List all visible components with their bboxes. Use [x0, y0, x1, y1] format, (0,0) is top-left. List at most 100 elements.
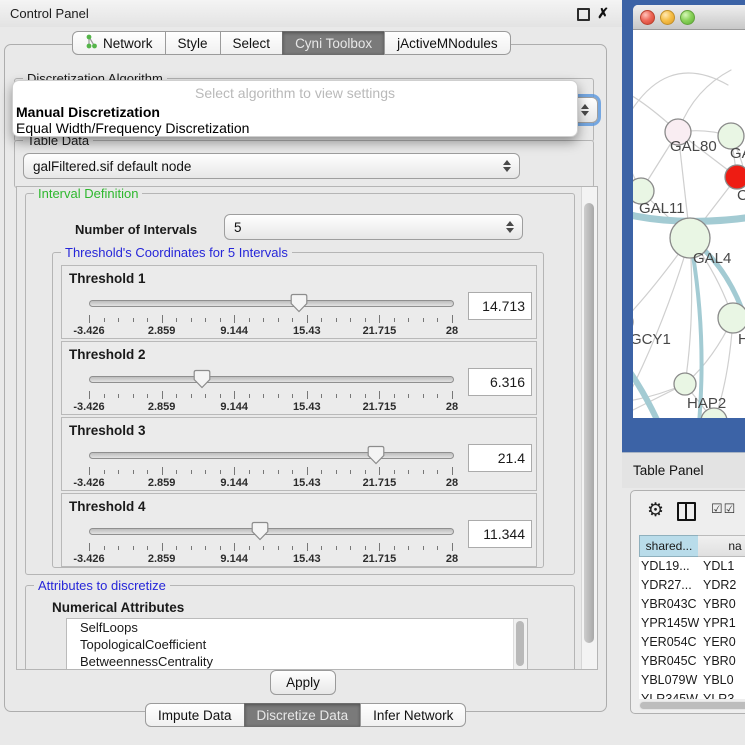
tab-label: Select — [233, 36, 271, 51]
attribute-list-item[interactable]: TopologicalCoefficient — [67, 636, 527, 653]
tab-label: Network — [103, 36, 153, 51]
threshold-value-field[interactable]: 14.713 — [468, 292, 532, 320]
node-label: GAL11 — [639, 200, 685, 217]
network-edge[interactable] — [685, 238, 692, 384]
slider-thumb[interactable] — [251, 521, 269, 541]
tab-cyni-toolbox[interactable]: Cyni Toolbox — [282, 31, 385, 55]
control-panel-titlebar: Control Panel ✗ — [0, 0, 622, 27]
tab-infer-network[interactable]: Infer Network — [360, 703, 466, 727]
slider-thumb[interactable] — [290, 293, 308, 313]
slider-track[interactable] — [89, 528, 454, 535]
threshold-label: Threshold 4 — [69, 499, 146, 514]
table-row[interactable]: YPR145W YPR1 — [639, 614, 745, 633]
dropdown-item[interactable]: Manual Discretization — [13, 104, 577, 120]
vertical-scrollbar[interactable] — [581, 187, 597, 669]
table-row[interactable]: YER054C YER0 — [639, 633, 745, 652]
table-rows: YDL19... YDL1 YDR27... YDR2 YBR043C YBR0… — [639, 557, 745, 699]
control-panel: Control Panel ✗ Network Style — [0, 0, 622, 745]
slider-thumb[interactable] — [367, 445, 385, 465]
network-window-frame: GAL80GACGAL11GAL4GCY1HHAP2 — [622, 0, 745, 452]
numerical-attributes-list[interactable]: SelfLoopsTopologicalCoefficientBetweenne… — [66, 618, 528, 670]
gear-icon[interactable]: ⚙ — [647, 499, 664, 522]
bottom-tab-bar: Impute Data Discretize Data Infer Networ… — [145, 703, 466, 727]
node-red[interactable] — [725, 165, 745, 189]
node-label: C — [737, 187, 745, 204]
table-row[interactable]: YDR27... YDR2 — [639, 576, 745, 595]
tab-label: Infer Network — [373, 708, 453, 723]
attribute-list-item[interactable]: SelfLoops — [67, 619, 527, 636]
node-label: GAL80 — [670, 138, 717, 155]
network-canvas[interactable]: GAL80GACGAL11GAL4GCY1HHAP2 — [633, 30, 745, 418]
threshold-slider[interactable]: -3.4262.8599.14415.4321.71528 — [89, 293, 452, 335]
group-title: Interval Definition — [34, 186, 142, 201]
close-traffic-light[interactable] — [640, 10, 655, 25]
tab-label: jActiveMNodules — [397, 36, 498, 51]
zoom-traffic-light[interactable] — [680, 10, 695, 25]
network-icon — [85, 34, 98, 52]
scrollbar-thumb[interactable] — [584, 203, 594, 643]
threshold-label: Threshold 2 — [69, 347, 146, 362]
slider-tick-labels: -3.4262.8599.14415.4321.71528 — [89, 401, 452, 413]
slider-thumb[interactable] — [193, 369, 211, 389]
minimize-traffic-light[interactable] — [660, 10, 675, 25]
cell-shared-name: YLR345W — [641, 690, 699, 699]
float-window-icon[interactable] — [577, 8, 590, 21]
threshold-panel: Threshold 4 -3.4262.8599.14415.4321.7152… — [61, 493, 537, 567]
checkbox-columns-icon[interactable]: ☑☑ — [711, 501, 736, 517]
slider-track[interactable] — [89, 300, 454, 307]
threshold-value-field[interactable]: 11.344 — [468, 520, 532, 548]
apply-button[interactable]: Apply — [270, 670, 336, 695]
tab-label: Impute Data — [158, 708, 232, 723]
tab-label: Style — [178, 36, 208, 51]
table-row[interactable]: YBR043C YBR0 — [639, 595, 745, 614]
horizontal-scrollbar[interactable] — [639, 701, 745, 710]
node-hap2[interactable] — [674, 373, 696, 395]
number-of-intervals-spinner[interactable]: 5 — [224, 214, 523, 240]
tab-discretize-data[interactable]: Discretize Data — [244, 703, 362, 727]
threshold-value-field[interactable]: 6.316 — [468, 368, 532, 396]
slider-tick-labels: -3.4262.8599.14415.4321.71528 — [89, 477, 452, 489]
node-label: GAL4 — [693, 250, 731, 267]
threshold-panel: Threshold 1 -3.4262.8599.14415.4321.7152… — [61, 265, 537, 339]
cell-name: YBR0 — [703, 595, 745, 614]
combo-value: galFiltered.sif default node — [33, 159, 191, 174]
threshold-slider[interactable]: -3.4262.8599.14415.4321.71528 — [89, 445, 452, 487]
split-columns-icon[interactable] — [677, 502, 696, 521]
table-row[interactable]: YBR045C YBR0 — [639, 652, 745, 671]
network-edge[interactable] — [633, 360, 659, 418]
threshold-slider[interactable]: -3.4262.8599.14415.4321.71528 — [89, 369, 452, 411]
node-right-mid[interactable] — [718, 303, 745, 333]
cell-name: YDR2 — [703, 576, 745, 595]
slider-track[interactable] — [89, 452, 454, 459]
cell-name: YBL0 — [703, 671, 745, 690]
threshold-slider[interactable]: -3.4262.8599.14415.4321.71528 — [89, 521, 452, 563]
table-panel-title: Table Panel — [633, 463, 704, 478]
cell-shared-name: YER054C — [641, 633, 699, 652]
column-header-shared[interactable]: shared... — [639, 535, 699, 557]
slider-track[interactable] — [89, 376, 454, 383]
tab-jactivemnodules[interactable]: jActiveMNodules — [384, 31, 511, 55]
tab-select[interactable]: Select — [220, 31, 284, 55]
attributes-group: Attributes to discretize Numerical Attri… — [25, 585, 575, 670]
dropdown-item[interactable]: Equal Width/Frequency Discretization — [13, 120, 577, 136]
table-data-combobox[interactable]: galFiltered.sif default node — [23, 153, 520, 179]
tab-label: Cyni Toolbox — [295, 36, 372, 51]
column-header-name[interactable]: na — [698, 535, 745, 557]
threshold-label: Threshold 3 — [69, 423, 146, 438]
tab-impute-data[interactable]: Impute Data — [145, 703, 245, 727]
table-row[interactable]: YDL19... YDL1 — [639, 557, 745, 576]
close-icon[interactable]: ✗ — [597, 5, 609, 22]
list-scrollbar[interactable] — [513, 619, 527, 669]
tab-style[interactable]: Style — [165, 31, 221, 55]
table-row[interactable]: YBL079W YBL0 — [639, 671, 745, 690]
cell-name: YLR3 — [703, 690, 745, 699]
threshold-value-field[interactable]: 21.4 — [468, 444, 532, 472]
table-row[interactable]: YLR345W YLR3 — [639, 690, 745, 699]
scrollbar-thumb[interactable] — [640, 702, 745, 709]
settings-scroll-area: Interval Definition Number of Intervals … — [16, 186, 598, 670]
table-data-group: Table Data galFiltered.sif default node — [14, 140, 594, 188]
attribute-list-item[interactable]: BetweennessCentrality — [67, 653, 527, 670]
tab-network[interactable]: Network — [72, 31, 166, 55]
network-window-titlebar[interactable] — [633, 5, 745, 30]
cell-shared-name: YBR043C — [641, 595, 699, 614]
